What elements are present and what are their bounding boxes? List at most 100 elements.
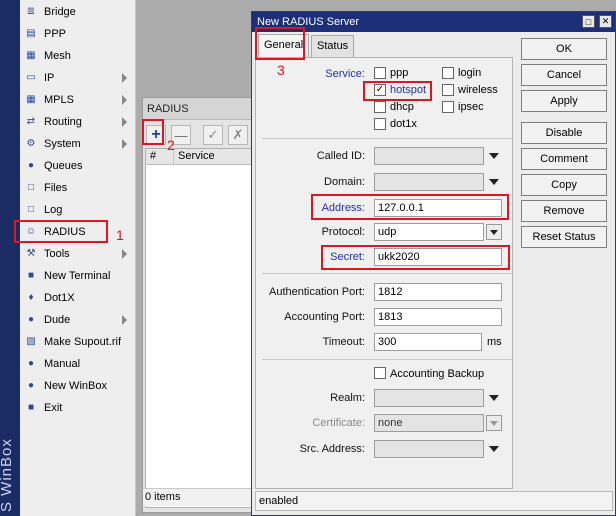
sidebar-item-mesh[interactable]: ▦ Mesh [20,45,135,67]
enable-button[interactable]: ✓ [203,125,223,145]
sidebar-item-label: Dot1X [44,292,75,304]
realm-input[interactable] [374,389,484,407]
called-id-dropdown-icon[interactable] [489,153,499,159]
timeout-input[interactable]: 300 [374,333,482,351]
sidebar-item-new-winbox[interactable]: ● New WinBox [20,375,135,397]
service-login-checkbox[interactable] [442,67,454,79]
chevron-right-icon [122,117,127,127]
sidebar-item-tools[interactable]: ⚒ Tools [20,243,135,265]
auth-port-input[interactable]: 1812 [374,283,502,301]
protocol-dropdown-button[interactable] [486,224,502,240]
winbox-icon: ● [27,380,35,391]
list-header: # Service [146,149,254,165]
close-button[interactable]: ✕ [599,15,612,28]
disable-button[interactable]: ✗ [228,125,248,145]
realm-dropdown-icon[interactable] [489,395,499,401]
cancel-button[interactable]: Cancel [521,64,607,86]
chevron-right-icon [122,95,127,105]
close-icon: ✕ [601,16,610,26]
remove-button[interactable]: Remove [521,200,607,222]
service-wireless-label: wireless [458,84,498,96]
step-number-two: 2 [167,137,175,153]
files-icon: □ [27,182,35,193]
reset-status-button[interactable]: Reset Status [521,226,607,248]
add-highlight-box [142,119,164,145]
bridge-icon: ≣ [26,6,36,17]
system-icon: ⚙ [26,138,36,149]
sidebar-item-system[interactable]: ⚙ System [20,133,135,155]
service-dhcp-checkbox[interactable] [374,101,386,113]
chevron-down-icon [490,420,498,426]
sidebar-item-log[interactable]: □ Log [20,199,135,221]
sidebar-item-manual[interactable]: ● Manual [20,353,135,375]
sidebar-item-label: Mesh [44,50,71,62]
column-header-service[interactable]: Service [174,149,254,164]
domain-input[interactable] [374,173,484,191]
tab-status[interactable]: Status [311,35,355,57]
sidebar-item-mpls[interactable]: ▦ MPLS [20,89,135,111]
ok-button[interactable]: OK [521,38,607,60]
apply-button[interactable]: Apply [521,90,607,112]
dialog-status-bar: enabled [255,491,613,511]
acct-port-input[interactable]: 1813 [374,308,502,326]
sidebar-item-files[interactable]: □ Files [20,177,135,199]
sidebar-item-label: Exit [44,402,63,414]
sidebar-item-label: System [44,138,81,150]
sidebar-item-label: Bridge [44,6,76,18]
service-wireless-checkbox[interactable] [442,84,454,96]
sidebar-item-exit[interactable]: ■ Exit [20,397,135,419]
comment-button[interactable]: Comment [521,148,607,170]
sidebar-item-label: Make Supout.rif [44,336,122,348]
separator [262,273,512,274]
check-icon: ✓ [207,127,219,142]
src-address-dropdown-icon[interactable] [489,446,499,452]
radius-server-list[interactable]: # Service [145,148,255,508]
sidebar-item-routing[interactable]: ⇄ Routing [20,111,135,133]
sidebar-item-dude[interactable]: ● Dude [20,309,135,331]
service-ppp-label: ppp [390,67,409,79]
called-id-input[interactable] [374,147,484,165]
auth-port-label: Authentication Port: [268,286,365,298]
sidebar-item-dot1x[interactable]: ♦ Dot1X [20,287,135,309]
radius-window-title: RADIUS [143,98,255,120]
sidebar-item-queues[interactable]: ● Queues [20,155,135,177]
maximize-button[interactable]: □ [582,15,595,28]
realm-label: Realm: [330,392,365,404]
radius-window: RADIUS + — ✓ ✗ # Service 0 items [142,97,256,513]
called-id-label: Called ID: [316,150,365,162]
service-ppp-checkbox[interactable] [374,67,386,79]
certificate-select[interactable]: none [374,414,484,432]
sidebar-item-label: Log [44,204,63,216]
terminal-icon: ■ [27,270,35,281]
address-highlight-box [311,194,509,220]
log-icon: □ [27,204,35,215]
dot1x-icon: ♦ [28,292,34,303]
accounting-backup-checkbox[interactable] [374,367,386,379]
dialog-title-bar: New RADIUS Server □ ✕ [252,12,615,32]
service-dot1x-checkbox[interactable] [374,118,386,130]
sidebar-item-ip[interactable]: ▭ IP [20,67,135,89]
radius-highlight-box [14,220,108,243]
certificate-dropdown-button[interactable] [486,415,502,431]
service-login-label: login [458,67,482,79]
service-label: Service: [325,68,365,80]
mesh-icon: ▦ [26,50,36,61]
domain-dropdown-icon[interactable] [489,179,499,185]
step-number-three: 3 [277,62,285,78]
routing-icon: ⇄ [26,116,36,127]
hotspot-highlight-box [363,81,432,101]
domain-label: Domain: [324,176,365,188]
sidebar-item-new-terminal[interactable]: ■ New Terminal [20,265,135,287]
disable-button[interactable]: Disable [521,122,607,144]
ppp-icon: ▤ [26,28,36,39]
service-ipsec-checkbox[interactable] [442,101,454,113]
sidebar-item-label: New WinBox [44,380,107,392]
copy-button[interactable]: Copy [521,174,607,196]
winbox-brand-bar: S WinBox [0,0,20,516]
sidebar-item-ppp[interactable]: ▤ PPP [20,23,135,45]
protocol-select[interactable]: udp [374,223,484,241]
sidebar-item-label: PPP [44,28,67,40]
src-address-input[interactable] [374,440,484,458]
sidebar-item-bridge[interactable]: ≣ Bridge [20,1,135,23]
sidebar-item-make-supout-rif[interactable]: ▧ Make Supout.rif [20,331,135,353]
